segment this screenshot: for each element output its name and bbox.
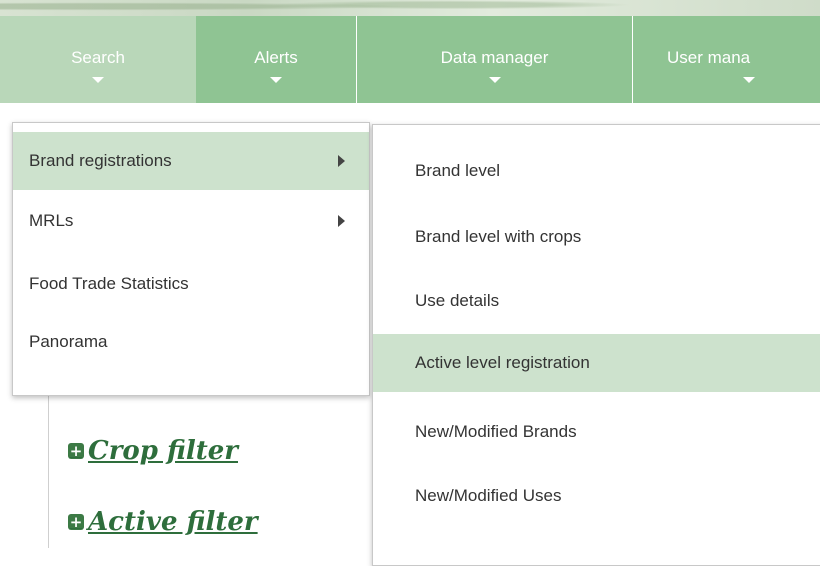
crop-filter-label: Crop filter bbox=[88, 436, 238, 466]
submenu-item-new-modified-uses[interactable]: New/Modified Uses bbox=[373, 467, 820, 525]
plus-icon: + bbox=[68, 513, 84, 531]
menu-item-panorama[interactable]: Panorama bbox=[13, 313, 369, 371]
submenu-item-active-level-registration[interactable]: Active level registration bbox=[373, 334, 820, 392]
submenu-item-brand-level[interactable]: Brand level bbox=[373, 142, 820, 200]
menu-item-label: Food Trade Statistics bbox=[29, 274, 189, 293]
active-filter-label: Active filter bbox=[88, 507, 258, 537]
caret-down-icon bbox=[92, 77, 104, 83]
caret-down-icon bbox=[743, 77, 755, 83]
menu-item-mrls[interactable]: MRLs bbox=[13, 192, 369, 250]
nav-search[interactable]: Search bbox=[0, 16, 196, 103]
crop-filter-link[interactable]: + Crop filter bbox=[68, 436, 238, 466]
menu-item-food-trade-statistics[interactable]: Food Trade Statistics bbox=[13, 255, 369, 313]
submenu-item-new-modified-brands[interactable]: New/Modified Brands bbox=[373, 403, 820, 461]
nav-user-manager[interactable]: User mana bbox=[632, 16, 820, 103]
submenu-item-label: New/Modified Brands bbox=[415, 422, 577, 441]
submenu-item-label: New/Modified Uses bbox=[415, 486, 562, 505]
caret-down-icon bbox=[270, 77, 282, 83]
header-banner-image bbox=[0, 0, 820, 16]
chevron-right-icon bbox=[338, 215, 345, 227]
submenu-item-label: Active level registration bbox=[415, 353, 590, 372]
brand-registrations-submenu: Brand level Brand level with crops Use d… bbox=[372, 124, 820, 566]
submenu-item-use-details[interactable]: Use details bbox=[373, 272, 820, 330]
menu-item-label: Brand registrations bbox=[29, 151, 172, 170]
nav-data-manager-label: Data manager bbox=[440, 48, 549, 67]
nav-user-manager-label: User mana bbox=[667, 48, 751, 67]
search-dropdown-menu: Brand registrations MRLs Food Trade Stat… bbox=[12, 122, 370, 396]
nav-search-label: Search bbox=[71, 48, 125, 67]
chevron-right-icon bbox=[338, 155, 345, 167]
submenu-item-label: Use details bbox=[415, 291, 500, 310]
main-nav: Search Alerts Data manager User mana bbox=[0, 16, 820, 103]
menu-item-brand-registrations[interactable]: Brand registrations bbox=[13, 132, 369, 190]
submenu-item-label: Brand level bbox=[415, 161, 501, 180]
submenu-item-label: Brand level with crops bbox=[415, 227, 582, 246]
caret-down-icon bbox=[488, 77, 501, 83]
plus-icon: + bbox=[68, 442, 84, 460]
nav-alerts-label: Alerts bbox=[254, 48, 298, 67]
submenu-item-brand-level-with-crops[interactable]: Brand level with crops bbox=[373, 208, 820, 266]
menu-item-label: Panorama bbox=[29, 332, 108, 351]
menu-item-label: MRLs bbox=[29, 211, 74, 230]
nav-data-manager[interactable]: Data manager bbox=[356, 16, 632, 103]
active-filter-link[interactable]: + Active filter bbox=[68, 507, 258, 537]
nav-alerts[interactable]: Alerts bbox=[196, 16, 356, 103]
